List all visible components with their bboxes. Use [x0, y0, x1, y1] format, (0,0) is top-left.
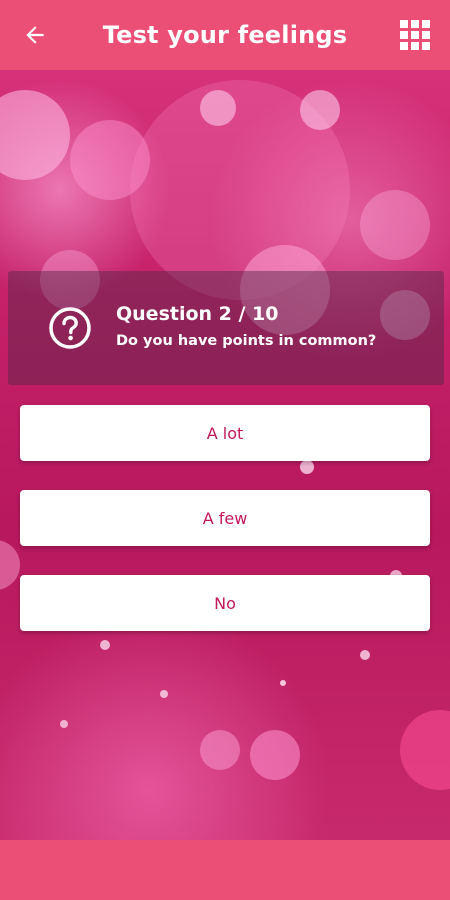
- bokeh-light: [60, 720, 68, 728]
- question-panel: Question 2 / 10 Do you have points in co…: [8, 271, 444, 385]
- bokeh-light: [300, 90, 340, 130]
- bokeh-light: [160, 690, 168, 698]
- bokeh-light: [300, 460, 314, 474]
- answer-no-button[interactable]: No: [20, 575, 430, 631]
- grid-icon: [400, 20, 430, 50]
- page-title: Test your feelings: [102, 21, 348, 49]
- bokeh-light: [200, 90, 236, 126]
- bokeh-light: [100, 640, 110, 650]
- bokeh-light: [360, 650, 370, 660]
- answer-a-few-button[interactable]: A few: [20, 490, 430, 546]
- answer-a-lot-button[interactable]: A lot: [20, 405, 430, 461]
- menu-grid-button[interactable]: [398, 18, 432, 52]
- bokeh-light: [200, 730, 240, 770]
- bokeh-light: [0, 90, 70, 180]
- question-counter: Question 2 / 10: [116, 303, 279, 325]
- top-app-bar: Test your feelings: [0, 0, 450, 70]
- bottom-bar: [0, 840, 450, 900]
- question-text: Do you have points in common?: [116, 333, 377, 349]
- bokeh-light: [280, 680, 286, 686]
- bokeh-light: [250, 730, 300, 780]
- bokeh-light: [0, 540, 20, 590]
- bokeh-light: [360, 190, 430, 260]
- question-circle-icon: [49, 307, 91, 349]
- bokeh-light: [400, 710, 450, 790]
